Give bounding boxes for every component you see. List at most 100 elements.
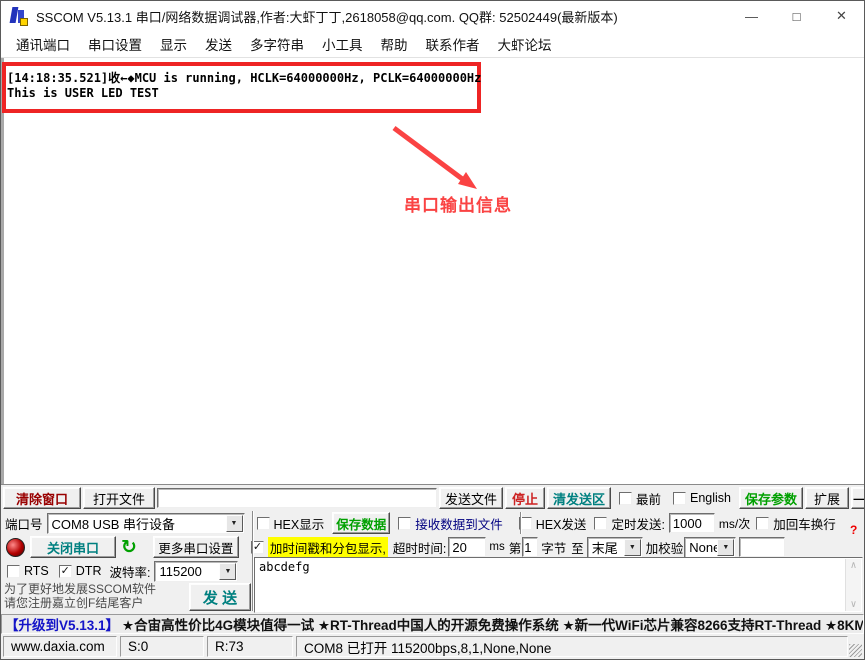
- timeout-unit-label: ms: [489, 541, 504, 553]
- send-text: abcdefg: [259, 560, 310, 574]
- english-checkbox[interactable]: English: [673, 491, 731, 505]
- menu-serial-settings[interactable]: 串口设置: [79, 30, 151, 58]
- save-data-button[interactable]: 保存数据: [332, 512, 390, 534]
- baud-label: 波特率:: [109, 562, 150, 581]
- minimize-icon[interactable]: —: [729, 1, 774, 31]
- timeout-input[interactable]: 20: [448, 537, 486, 557]
- checksum-value: None: [689, 540, 720, 555]
- port-select-value: COM8 USB 串行设备: [52, 514, 176, 533]
- dtr-check-icon: ✓: [59, 565, 72, 578]
- baud-value: 115200: [159, 564, 201, 579]
- chevron-down-icon[interactable]: ▼: [219, 563, 236, 580]
- topmost-checkbox[interactable]: 最前: [619, 489, 661, 508]
- sscom-window: SSCOM V5.13.1 串口/网络数据调试器,作者:大虾丁丁,2618058…: [0, 0, 865, 660]
- status-received-count: R:73: [207, 636, 293, 657]
- upgrade-link[interactable]: 【升级到V5.13.1】: [5, 614, 119, 634]
- interval-input[interactable]: 1000: [669, 513, 715, 533]
- refresh-ports-icon[interactable]: ↻: [121, 538, 137, 557]
- send-area-scrollbar[interactable]: ∧ ∨: [845, 559, 861, 611]
- status-website[interactable]: www.daxia.com: [3, 636, 117, 657]
- close-port-button[interactable]: 关闭串口: [30, 536, 116, 558]
- maximize-icon[interactable]: □: [774, 1, 819, 31]
- resize-grip[interactable]: [849, 644, 862, 657]
- more-serial-settings-button[interactable]: 更多串口设置: [153, 536, 239, 558]
- range-end-select[interactable]: 末尾 ▼: [587, 537, 643, 558]
- menu-daxia-forum[interactable]: 大虾论坛: [489, 30, 561, 58]
- control-panel: 清除窗口 打开文件 发送文件 停止 清发送区 最前 English 保存参数 扩…: [1, 484, 864, 614]
- hex-display-check-icon: [257, 517, 270, 530]
- receive-terminal[interactable]: [14:18:35.521]收←◆MCU is running, HCLK=64…: [1, 58, 864, 484]
- byte-prefix-label: 第: [509, 538, 522, 557]
- checksum-select[interactable]: None ▼: [684, 537, 736, 558]
- hex-send-checkbox[interactable]: HEX发送: [519, 514, 587, 533]
- window-title: SSCOM V5.13.1 串口/网络数据调试器,作者:大虾丁丁,2618058…: [36, 7, 618, 26]
- menu-send[interactable]: 发送: [196, 30, 241, 58]
- app-icon: [10, 7, 29, 26]
- open-file-button[interactable]: 打开文件: [83, 487, 155, 509]
- stop-button[interactable]: 停止: [505, 487, 545, 509]
- chevron-down-icon[interactable]: ▼: [717, 539, 734, 556]
- clear-window-button[interactable]: 清除窗口: [3, 487, 81, 509]
- promo-text: 为了更好地发展SSCOM软件 请您注册嘉立创F结尾客户: [4, 582, 186, 610]
- chevron-down-icon[interactable]: ▼: [226, 515, 243, 532]
- menu-help[interactable]: 帮助: [372, 30, 417, 58]
- marquee-bar: 【升级到V5.13.1】 ★合宙高性价比4G模块值得一试 ★RT-Thread中…: [1, 614, 864, 634]
- timed-send-checkbox[interactable]: 定时发送:: [594, 514, 664, 533]
- menu-contact-author[interactable]: 联系作者: [417, 30, 489, 58]
- range-end-value: 末尾: [592, 538, 618, 557]
- english-check-icon: [673, 492, 686, 505]
- send-file-button[interactable]: 发送文件: [439, 487, 503, 509]
- extend-button[interactable]: 扩展: [805, 487, 849, 509]
- port-select[interactable]: COM8 USB 串行设备 ▼: [47, 513, 245, 534]
- close-icon[interactable]: ✕: [819, 1, 864, 31]
- baud-row: RTS ✓ DTR 波特率: 115200 ▼: [3, 560, 238, 582]
- menu-tools[interactable]: 小工具: [313, 30, 372, 58]
- port-row: 端口号 COM8 USB 串行设备 ▼ HEX显示 保存数据 接收数据到文件 H…: [3, 512, 836, 534]
- dtr-checkbox[interactable]: ✓ DTR: [59, 564, 102, 578]
- panel-divider: [252, 511, 254, 611]
- menu-display[interactable]: 显示: [151, 30, 196, 58]
- menu-comm-port[interactable]: 通讯端口: [7, 30, 79, 58]
- send-text-area[interactable]: abcdefg ∧ ∨: [254, 557, 863, 613]
- add-crlf-check-icon: [756, 517, 769, 530]
- file-row: 清除窗口 打开文件 发送文件 停止 清发送区 最前 English 保存参数 扩…: [3, 487, 865, 509]
- topmost-check-icon: [619, 492, 632, 505]
- timestamp-label: 加时间戳和分包显示,: [268, 537, 388, 558]
- timeout-label: 超时时间:: [393, 538, 446, 557]
- save-params-button[interactable]: 保存参数: [739, 487, 803, 509]
- add-crlf-checkbox[interactable]: 加回车换行: [756, 514, 836, 533]
- status-bar: www.daxia.com S:0 R:73 COM8 已打开 115200bp…: [1, 634, 864, 659]
- help-question-icon[interactable]: ?: [850, 523, 857, 537]
- hex-send-label: HEX发送: [536, 514, 587, 533]
- hex-display-checkbox[interactable]: HEX显示: [257, 514, 325, 533]
- send-button[interactable]: 发 送: [189, 583, 251, 611]
- checksum-display-box[interactable]: [739, 537, 785, 557]
- clear-send-area-button[interactable]: 清发送区: [547, 487, 611, 509]
- byte-start-input[interactable]: 1: [522, 537, 538, 557]
- add-crlf-label: 加回车换行: [773, 514, 836, 533]
- rts-check-icon: [7, 565, 20, 578]
- scroll-up-icon[interactable]: ∧: [850, 560, 856, 571]
- topmost-label: 最前: [636, 489, 661, 508]
- collapse-button[interactable]: —: [851, 487, 865, 509]
- checksum-label: 加校验: [646, 538, 684, 557]
- window-controls: — □ ✕: [729, 1, 864, 31]
- baud-select[interactable]: 115200 ▼: [154, 561, 238, 582]
- timed-send-label: 定时发送:: [611, 514, 664, 533]
- menu-multi-string[interactable]: 多字符串: [241, 30, 313, 58]
- recv-to-file-label: 接收数据到文件: [415, 514, 503, 533]
- interval-unit-label: ms/次: [719, 515, 750, 532]
- recv-to-file-check-icon: [398, 517, 411, 530]
- annotation-label: 串口输出信息: [404, 191, 512, 216]
- panel-divider: [520, 512, 522, 534]
- marquee-text: ★合宙高性价比4G模块值得一试 ★RT-Thread中国人的开源免费操作系统 ★…: [122, 614, 864, 634]
- recv-to-file-checkbox[interactable]: 接收数据到文件: [398, 514, 503, 533]
- timestamp-checkbox[interactable]: ✓ 加时间戳和分包显示,: [251, 537, 388, 558]
- annotation-arrow-icon: [4, 58, 865, 484]
- dtr-label: DTR: [76, 564, 102, 578]
- scroll-down-icon[interactable]: ∨: [850, 599, 856, 610]
- rts-checkbox[interactable]: RTS: [7, 564, 49, 578]
- file-path-input[interactable]: [157, 488, 437, 508]
- chevron-down-icon[interactable]: ▼: [624, 539, 641, 556]
- status-port-info: COM8 已打开 115200bps,8,1,None,None: [296, 636, 848, 657]
